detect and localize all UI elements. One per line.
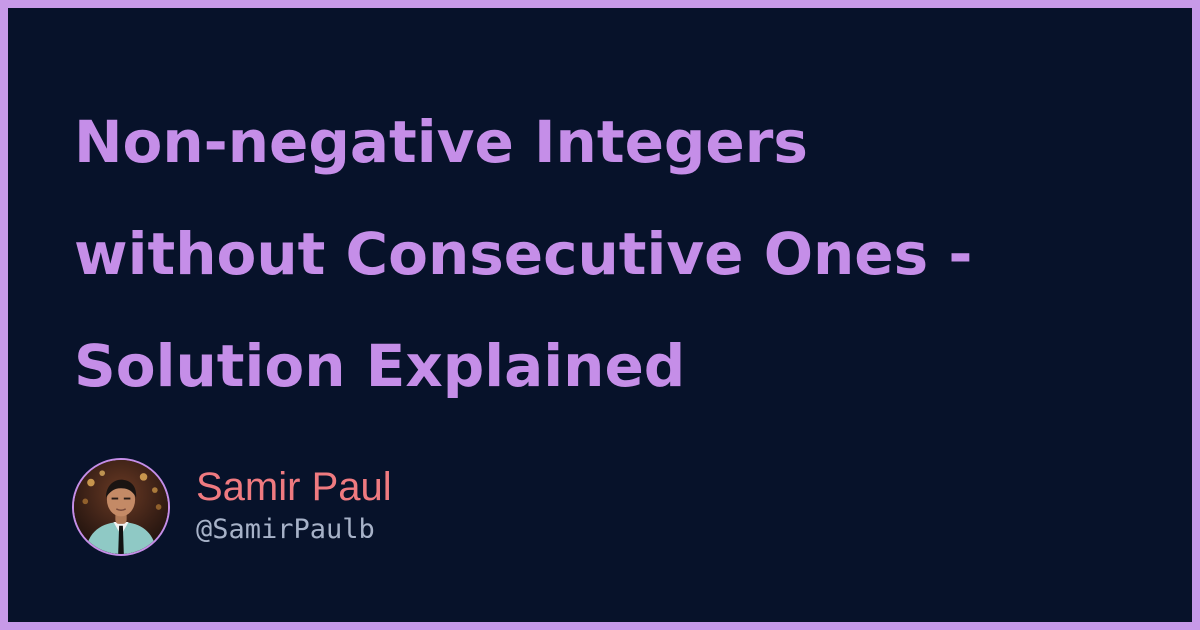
- title-line-3: Solution Explained: [74, 332, 686, 400]
- title-line-1: Non-negative Integers: [74, 108, 808, 176]
- person-photo-avatar-icon: [74, 460, 168, 554]
- title-line-2: without Consecutive Ones -: [74, 220, 973, 288]
- author-avatar: [72, 458, 170, 556]
- author-block: Samir Paul @SamirPaulb: [72, 458, 392, 556]
- author-handle[interactable]: @SamirPaulb: [196, 510, 392, 550]
- post-title: Non-negative Integers without Consecutiv…: [74, 86, 1134, 422]
- author-text: Samir Paul @SamirPaulb: [196, 464, 392, 550]
- author-name[interactable]: Samir Paul: [196, 464, 392, 510]
- social-card: Non-negative Integers without Consecutiv…: [8, 8, 1192, 622]
